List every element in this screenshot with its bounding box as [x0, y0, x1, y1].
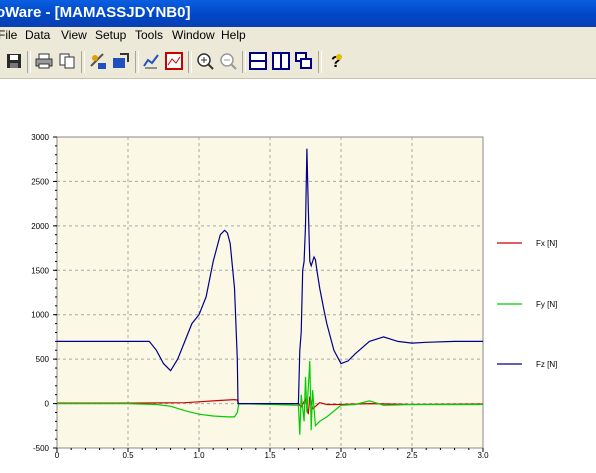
legend-label-fx: Fx [N] — [536, 239, 557, 248]
menu-view[interactable]: View — [61, 28, 87, 42]
legend-label-fz: Fz [N] — [536, 360, 557, 369]
x-tick-label: 2.5 — [406, 451, 418, 460]
zoom-in-icon[interactable] — [194, 50, 216, 72]
y-tick-label: -500 — [33, 444, 50, 453]
chart-view-icon[interactable] — [163, 50, 185, 72]
y-tick-label: 500 — [36, 355, 50, 364]
cascade-icon[interactable] — [293, 50, 315, 72]
window-title: oWare - [MAMASSJDYNB0] — [0, 4, 191, 21]
menu-help[interactable]: Help — [221, 28, 246, 42]
menu-window[interactable]: Window — [172, 28, 215, 42]
x-tick-label: 2.0 — [335, 451, 347, 460]
y-tick-label: 2000 — [31, 222, 49, 231]
y-tick-label: 1000 — [31, 311, 49, 320]
x-tick-label: 3.0 — [477, 451, 489, 460]
save-icon[interactable] — [3, 50, 25, 72]
menu-setup[interactable]: Setup — [95, 28, 126, 42]
legend-label-fy: Fy [N] — [536, 300, 557, 309]
help-icon[interactable]: ? — [324, 50, 346, 72]
force-chart: 0 0.5 1.0 1.5 2.0 2.5 3.0 -500 0 500 1000 1500 2000 2… — [31, 133, 557, 460]
process-icon[interactable] — [87, 50, 109, 72]
print-icon[interactable] — [33, 50, 55, 72]
x-tick-label: 1.0 — [193, 451, 205, 460]
menu-tools[interactable]: Tools — [135, 28, 163, 42]
menu-data[interactable]: Data — [25, 28, 50, 42]
edit-graph-icon[interactable] — [140, 50, 162, 72]
menu-file[interactable]: File — [0, 28, 17, 42]
export-icon[interactable] — [110, 50, 132, 72]
y-tick-label: 2500 — [31, 177, 49, 186]
copy-icon[interactable] — [56, 50, 78, 72]
zoom-out-icon[interactable] — [217, 50, 239, 72]
title-bar: oWare - [MAMASSJDYNB0] — [0, 0, 596, 27]
x-tick-label: 1.5 — [264, 451, 276, 460]
x-tick-label: 0 — [55, 451, 60, 460]
x-tick-label: 0.5 — [122, 451, 134, 460]
tile-vertical-icon[interactable] — [270, 50, 292, 72]
y-tick-label: 0 — [45, 400, 50, 409]
y-tick-label: 3000 — [31, 133, 49, 142]
chart-panel: 0 0.5 1.0 1.5 2.0 2.5 3.0 -500 0 500 1000 1500 2000 2… — [0, 79, 596, 468]
tile-horizontal-icon[interactable] — [247, 50, 269, 72]
menu-bar: File Data View Setup Tools Window Help — [0, 27, 596, 45]
toolbar: ? — [0, 45, 596, 79]
y-tick-label: 1500 — [31, 266, 49, 275]
